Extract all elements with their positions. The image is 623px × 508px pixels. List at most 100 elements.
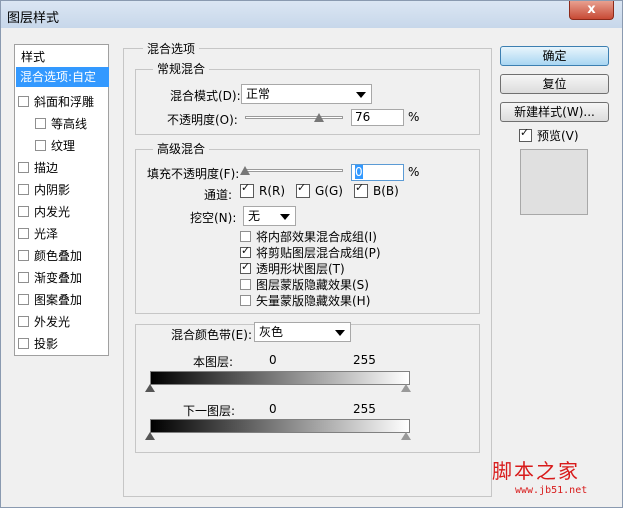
fill-opacity-value: 0 bbox=[355, 165, 363, 179]
pattern-overlay-checkbox[interactable] bbox=[18, 294, 29, 305]
sidebar-item-pattern-overlay[interactable]: 图案叠加 bbox=[18, 290, 82, 310]
sidebar-item-inner-shadow[interactable]: 内阴影 bbox=[18, 180, 70, 200]
reset-button[interactable]: 复位 bbox=[500, 74, 609, 94]
general-blending-title: 常规混合 bbox=[153, 60, 210, 77]
underlying-layer-gradient bbox=[150, 419, 410, 433]
channel-b-label: B(B) bbox=[373, 184, 399, 198]
bevel-emboss-checkbox[interactable] bbox=[18, 96, 29, 107]
channel-r[interactable]: R(R) bbox=[240, 181, 286, 199]
option-transparency-shapes[interactable]: 透明形状图层(T) bbox=[240, 260, 345, 277]
underlying-layer-label: 下一图层: bbox=[183, 404, 236, 418]
satin-checkbox[interactable] bbox=[18, 228, 29, 239]
blend-options-title: 混合选项 bbox=[143, 40, 200, 57]
this-layer-white-thumb[interactable] bbox=[401, 384, 411, 392]
blend-interior-checkbox[interactable] bbox=[240, 231, 251, 242]
sidebar-item-label: 纹理 bbox=[51, 139, 76, 153]
fill-opacity-percent: % bbox=[408, 165, 420, 179]
blend-mode-value: 正常 bbox=[246, 87, 271, 101]
layer-mask-hides-checkbox[interactable] bbox=[240, 279, 251, 290]
channel-r-label: R(R) bbox=[259, 184, 286, 198]
channel-r-checkbox[interactable] bbox=[240, 181, 254, 198]
blend-mode-select[interactable]: 正常 bbox=[241, 84, 372, 104]
close-button[interactable]: x bbox=[569, 1, 614, 20]
texture-checkbox[interactable] bbox=[35, 140, 46, 151]
knockout-select[interactable]: 无 bbox=[243, 206, 296, 226]
watermark-logo: 脚本之家 bbox=[492, 459, 580, 483]
channel-g-checkbox[interactable] bbox=[296, 181, 310, 198]
underlying-layer-min: 0 bbox=[269, 402, 277, 416]
channel-g[interactable]: G(G) bbox=[296, 181, 343, 199]
sidebar-item-drop-shadow[interactable]: 投影 bbox=[18, 334, 58, 354]
option-blend-interior[interactable]: 将内部效果混合成组(I) bbox=[240, 228, 377, 245]
option-label: 矢量蒙版隐藏效果(H) bbox=[256, 294, 371, 308]
sidebar-item-label: 渐变叠加 bbox=[34, 271, 83, 285]
stroke-checkbox[interactable] bbox=[18, 162, 29, 173]
blend-clipped-checkbox[interactable] bbox=[240, 244, 251, 258]
option-label: 将剪贴图层混合成组(P) bbox=[256, 246, 381, 260]
vector-mask-hides-checkbox[interactable] bbox=[240, 295, 251, 306]
title-bar: 图层样式 x bbox=[1, 1, 622, 28]
preview-checkbox[interactable] bbox=[519, 126, 532, 142]
underlying-layer-white-thumb[interactable] bbox=[401, 432, 411, 440]
sidebar-item-label: 投影 bbox=[34, 337, 59, 351]
sidebar-item-label: 内发光 bbox=[34, 205, 71, 219]
sidebar-item-gradient-overlay[interactable]: 渐变叠加 bbox=[18, 268, 82, 288]
opacity-percent: % bbox=[408, 110, 420, 124]
underlying-layer-black-thumb[interactable] bbox=[145, 432, 155, 440]
this-layer-black-thumb[interactable] bbox=[145, 384, 155, 392]
sidebar-title: 样式 bbox=[21, 50, 46, 64]
blend-if-group bbox=[135, 324, 480, 453]
option-label: 透明形状图层(T) bbox=[256, 262, 345, 276]
sidebar-item-label: 描边 bbox=[34, 161, 59, 175]
advanced-blending-title: 高级混合 bbox=[153, 140, 210, 157]
sidebar-item-contour[interactable]: 等高线 bbox=[35, 114, 87, 134]
styles-sidebar: 样式 混合选项:自定 斜面和浮雕 等高线 纹理 描边 内阴影 内发光 光泽 颜色… bbox=[14, 44, 109, 356]
blend-if-select[interactable]: 灰色 bbox=[254, 322, 351, 342]
sidebar-item-satin[interactable]: 光泽 bbox=[18, 224, 58, 244]
contour-checkbox[interactable] bbox=[35, 118, 46, 129]
fill-opacity-input[interactable]: 0 bbox=[351, 164, 404, 181]
opacity-slider-thumb[interactable] bbox=[314, 113, 325, 122]
outer-glow-checkbox[interactable] bbox=[18, 316, 29, 327]
transparency-shapes-checkbox[interactable] bbox=[240, 260, 251, 274]
sidebar-item-outer-glow[interactable]: 外发光 bbox=[18, 312, 70, 332]
inner-shadow-checkbox[interactable] bbox=[18, 184, 29, 195]
sidebar-item-label: 混合选项:自定 bbox=[20, 70, 97, 84]
option-blend-clipped[interactable]: 将剪贴图层混合成组(P) bbox=[240, 244, 381, 261]
channel-b[interactable]: B(B) bbox=[354, 181, 399, 199]
option-vector-mask-hides[interactable]: 矢量蒙版隐藏效果(H) bbox=[240, 292, 370, 309]
option-label: 将内部效果混合成组(I) bbox=[256, 230, 377, 244]
sidebar-item-label: 等高线 bbox=[51, 117, 88, 131]
new-style-button[interactable]: 新建样式(W)... bbox=[500, 102, 609, 122]
fill-opacity-label: 填充不透明度(F): bbox=[147, 167, 240, 181]
sidebar-item-stroke[interactable]: 描边 bbox=[18, 158, 58, 178]
sidebar-item-color-overlay[interactable]: 颜色叠加 bbox=[18, 246, 82, 266]
underlying-layer-max: 255 bbox=[353, 402, 376, 416]
opacity-value: 76 bbox=[355, 110, 371, 124]
sidebar-item-label: 图案叠加 bbox=[34, 293, 83, 307]
preview-toggle[interactable]: 预览(V) bbox=[519, 126, 579, 144]
drop-shadow-checkbox[interactable] bbox=[18, 338, 29, 349]
style-preview-swatch bbox=[520, 149, 588, 215]
sidebar-item-label: 内阴影 bbox=[34, 183, 71, 197]
option-layer-mask-hides[interactable]: 图层蒙版隐藏效果(S) bbox=[240, 276, 369, 293]
this-layer-min: 0 bbox=[269, 353, 277, 367]
opacity-slider-track[interactable] bbox=[245, 116, 343, 119]
blend-if-label: 混合颜色带(E): bbox=[171, 328, 252, 342]
fill-opacity-slider-thumb[interactable] bbox=[240, 166, 250, 175]
color-overlay-checkbox[interactable] bbox=[18, 250, 29, 261]
watermark-url: www.jb51.net bbox=[515, 485, 588, 496]
chevron-down-icon bbox=[280, 214, 290, 220]
gradient-overlay-checkbox[interactable] bbox=[18, 272, 29, 283]
fill-opacity-slider-track[interactable] bbox=[245, 169, 343, 172]
sidebar-item-inner-glow[interactable]: 内发光 bbox=[18, 202, 70, 222]
layer-style-dialog: 图层样式 x 样式 混合选项:自定 斜面和浮雕 等高线 纹理 描边 内阴影 内发… bbox=[0, 0, 623, 508]
ok-button[interactable]: 确定 bbox=[500, 46, 609, 66]
inner-glow-checkbox[interactable] bbox=[18, 206, 29, 217]
sidebar-item-bevel-emboss[interactable]: 斜面和浮雕 bbox=[18, 92, 94, 112]
channel-b-checkbox[interactable] bbox=[354, 181, 368, 198]
sidebar-item-blend-options[interactable]: 混合选项:自定 bbox=[16, 67, 109, 87]
option-label: 图层蒙版隐藏效果(S) bbox=[256, 278, 369, 292]
sidebar-item-texture[interactable]: 纹理 bbox=[35, 136, 75, 156]
opacity-input[interactable]: 76 bbox=[351, 109, 404, 126]
